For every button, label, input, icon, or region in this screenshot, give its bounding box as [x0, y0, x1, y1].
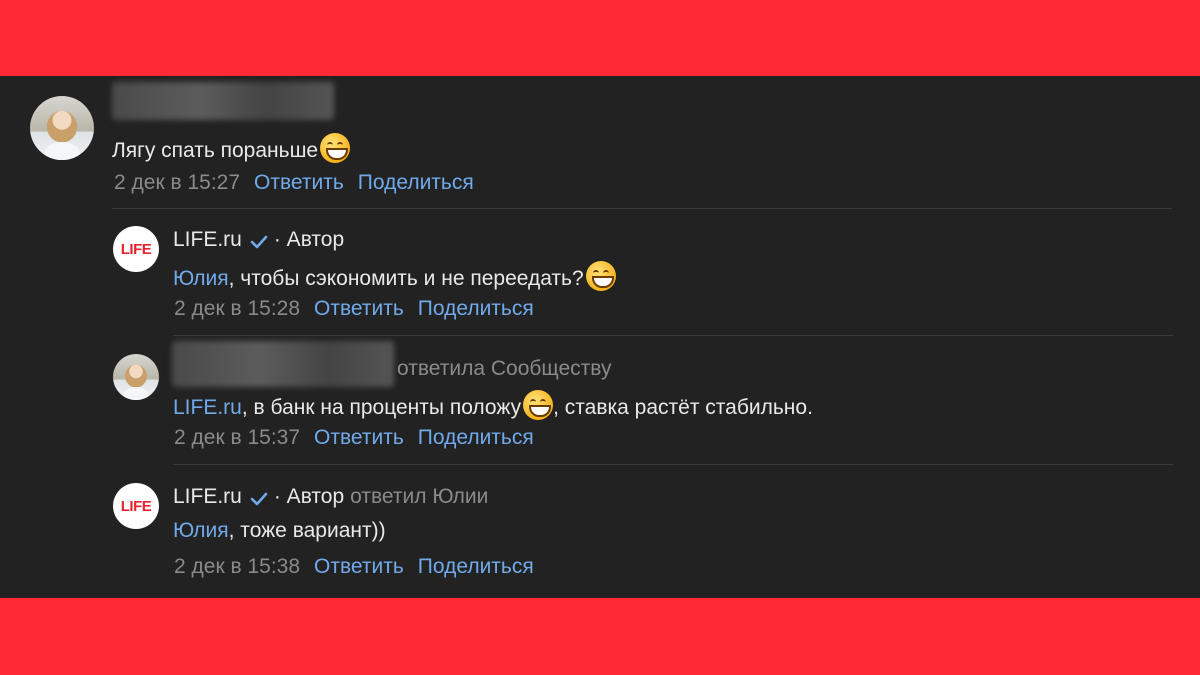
comment-text: LIFE.ru, в банк на проценты положу, став… — [173, 390, 813, 420]
share-button[interactable]: Поделиться — [418, 555, 534, 578]
user-avatar[interactable] — [30, 96, 94, 160]
comment-text: Лягу спать пораньше — [112, 133, 351, 163]
comment-meta: 2 дек в 15:27 Ответить Поделиться — [114, 171, 474, 195]
comment-meta: 2 дек в 15:37 Ответить Поделиться — [174, 426, 534, 450]
avatar-figure — [44, 142, 80, 160]
life-logo-text: LIFE — [120, 240, 152, 258]
author-name[interactable]: LIFE.ru — [173, 228, 242, 251]
comment-header: LIFE.ru · Автор ответил Юлии — [173, 485, 488, 509]
life-logo-text: LIFE — [120, 497, 152, 515]
comment-timestamp[interactable]: 2 дек в 15:38 — [174, 555, 300, 578]
reply-target: ответил Юлии — [350, 485, 489, 508]
mention-link[interactable]: LIFE.ru — [173, 396, 242, 419]
user-avatar[interactable] — [113, 354, 159, 400]
avatar-figure — [123, 387, 149, 400]
reply-button[interactable]: Ответить — [314, 297, 404, 320]
author-name[interactable]: LIFE.ru — [173, 485, 242, 508]
top-brand-band — [0, 0, 1200, 76]
comment-meta: 2 дек в 15:28 Ответить Поделиться — [174, 297, 534, 321]
grinning-face-emoji — [320, 133, 351, 163]
mention-link[interactable]: Юлия — [173, 519, 229, 542]
reply-target: ответила Сообществу — [397, 357, 612, 380]
bottom-brand-band — [0, 598, 1200, 675]
comments-panel: Лягу спать пораньше 2 дек в 15:27 Ответит… — [0, 76, 1200, 598]
share-button[interactable]: Поделиться — [418, 426, 534, 449]
comment-text: Юлия, чтобы сэкономить и не переедать? — [173, 261, 616, 291]
author-role: · Автор — [273, 485, 345, 508]
reply-button[interactable]: Ответить — [314, 555, 404, 578]
divider — [112, 208, 1172, 209]
life-avatar[interactable]: LIFE — [113, 483, 159, 529]
reply-button[interactable]: Ответить — [314, 426, 404, 449]
author-role: · Автор — [273, 228, 345, 251]
comment-timestamp[interactable]: 2 дек в 15:27 — [114, 171, 240, 194]
comment-meta: 2 дек в 15:38 Ответить Поделиться — [174, 555, 534, 579]
divider — [173, 335, 1173, 336]
mention-link[interactable]: Юлия — [173, 267, 229, 290]
comment-header: LIFE.ru · Автор — [173, 228, 344, 252]
comment-text: Юлия, тоже вариант)) — [173, 519, 386, 542]
comment-timestamp[interactable]: 2 дек в 15:37 — [174, 426, 300, 449]
blurred-username — [172, 341, 394, 387]
life-avatar[interactable]: LIFE — [113, 226, 159, 272]
share-button[interactable]: Поделиться — [418, 297, 534, 320]
verified-check-icon — [250, 235, 268, 249]
reply-button[interactable]: Ответить — [254, 171, 344, 194]
share-button[interactable]: Поделиться — [358, 171, 474, 194]
verified-check-icon — [250, 492, 268, 506]
divider — [173, 464, 1173, 465]
grinning-face-emoji — [523, 390, 554, 420]
comment-timestamp[interactable]: 2 дек в 15:28 — [174, 297, 300, 320]
grinning-face-emoji — [585, 261, 616, 291]
blurred-username — [112, 82, 334, 120]
